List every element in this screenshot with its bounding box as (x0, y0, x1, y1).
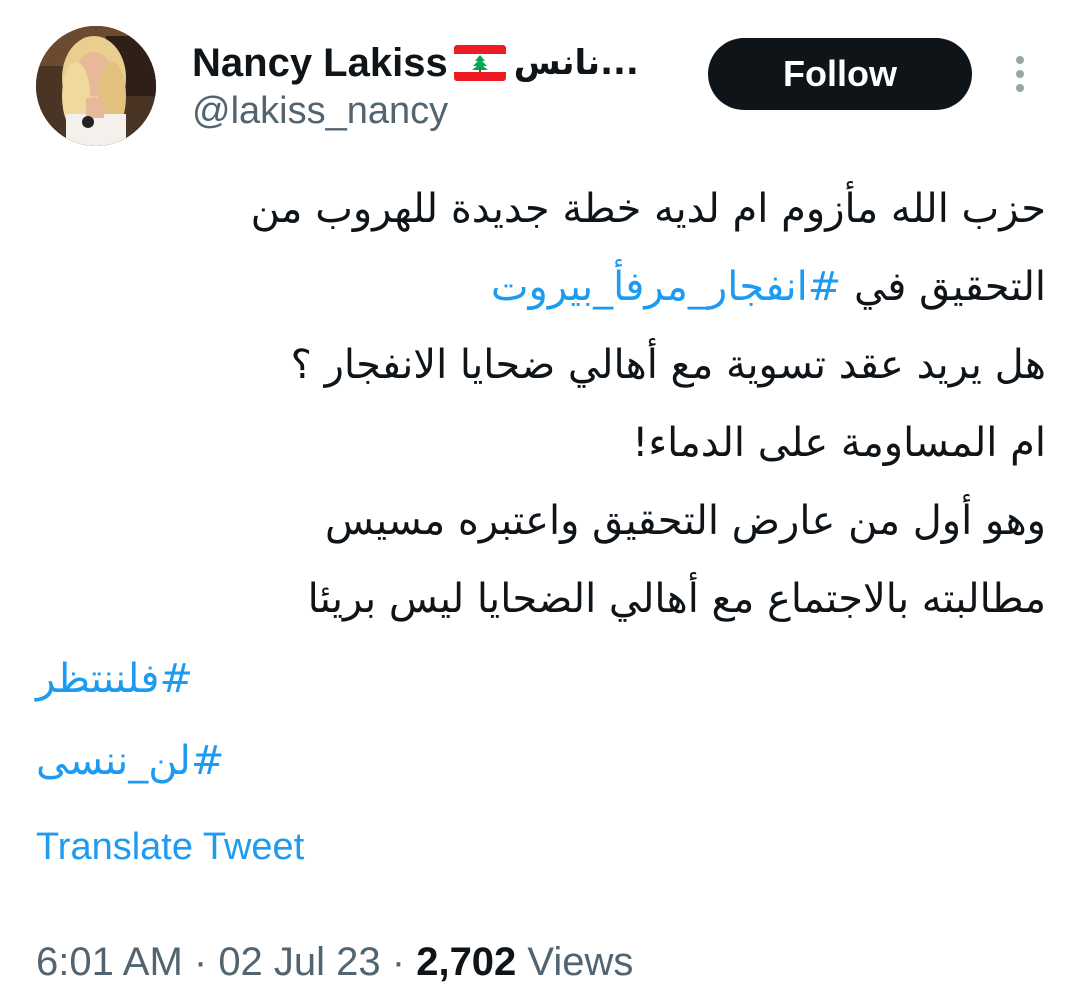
tweet-time[interactable]: 6:01 AM (36, 940, 183, 984)
follow-button[interactable]: Follow (708, 38, 972, 110)
tweet-text: حزب الله مأزوم ام لديه خطة جديدة للهروب … (36, 170, 1046, 802)
tweet-line-2-text: التحقيق في (841, 264, 1046, 310)
lebanon-flag-icon (453, 45, 506, 81)
avatar[interactable] (36, 26, 156, 146)
views-count: 2,702 (416, 940, 517, 984)
more-vertical-icon[interactable] (1006, 52, 1034, 96)
author-name[interactable]: Nancy Lakiss (192, 41, 448, 86)
tweet-line-2: التحقيق في #انفجار_مرفأ_بيروت (36, 248, 1046, 326)
tweet-line-6: مطالبته بالاجتماع مع أهالي الضحايا ليس ب… (307, 576, 1046, 622)
author-name-suffix: ...نانس (513, 43, 639, 83)
meta-separator: · (380, 940, 417, 984)
meta-separator: · (182, 940, 219, 984)
hashtag-beirut-port-explosion[interactable]: #انفجار_مرفأ_بيروت (491, 264, 841, 310)
tweet-date[interactable]: 02 Jul 23 (218, 940, 380, 984)
tweet-line-4: ام المساومة على الدماء! (632, 420, 1046, 466)
tweet-header: Nancy Lakiss ...نانس @lakiss_nancy Follo… (0, 0, 1080, 160)
views-label: Views (516, 940, 634, 984)
tweet-meta: 6:01 AM · 02 Jul 23 · 2,702 Views (36, 940, 633, 985)
tweet-line-1: حزب الله مأزوم ام لديه خطة جديدة للهروب … (250, 186, 1046, 232)
translate-tweet-link[interactable]: Translate Tweet (36, 826, 304, 869)
tweet-line-3: هل يريد عقد تسوية مع أهالي ضحايا الانفجا… (290, 342, 1046, 388)
hashtag-line-1: #فلننتظر (36, 638, 1046, 720)
author-handle[interactable]: @lakiss_nancy (192, 90, 448, 133)
avatar-photo (36, 26, 156, 146)
author-name-row[interactable]: Nancy Lakiss ...نانس (192, 38, 639, 88)
hashtag-lets-wait[interactable]: #فلننتظر (36, 638, 193, 720)
tweet-line-5: وهو أول من عارض التحقيق واعتبره مسيس (325, 498, 1046, 544)
hashtag-we-wont-forget[interactable]: #لن_ننسى (36, 720, 224, 802)
hashtag-line-2: #لن_ننسى (36, 720, 1046, 802)
